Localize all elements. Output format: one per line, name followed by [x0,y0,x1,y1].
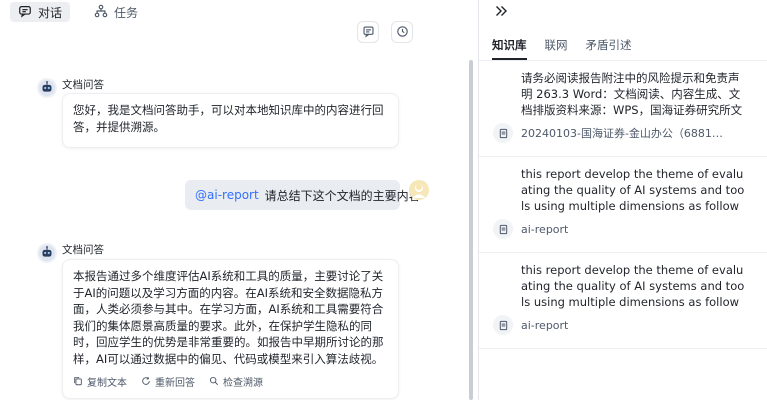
check-source-label: 检查溯源 [223,378,263,389]
copy-icon [73,376,83,393]
tab-chat-label: 对话 [38,5,63,20]
chat-scrollbar[interactable] [469,60,473,400]
chat-note-icon [362,23,375,42]
tab-chat[interactable]: 对话 [10,2,71,22]
bot-name: 文档问答 [62,244,104,256]
tab-web[interactable]: 联网 [545,37,568,55]
copy-text-button[interactable]: 复制文本 [73,376,127,393]
message-text: 本报告通过多个维度评估AI系统和工具的质量，主要讨论了关于AI的问题以及学习方面… [73,269,384,366]
history-button[interactable] [391,21,413,43]
bot-name: 文档问答 [62,79,104,91]
reference-source: 20240103-国海证券-金山办公（688111.S… [493,123,726,143]
trace-check-icon [209,376,219,393]
reference-source-label: ai-report [521,222,569,236]
tab-task-label: 任务 [114,5,139,20]
collapse-panel-button[interactable] [493,3,509,19]
reference-card[interactable]: 请务必阅读报告附注中的风险提示和免责声明 263.3 Word：文档阅读、内容生… [479,61,767,157]
top-tabs: 对话 任务 [10,2,146,22]
check-source-button[interactable]: 检查溯源 [209,376,263,393]
copy-text-label: 复制文本 [87,378,127,389]
reference-text: this report develop the theme of evaluat… [521,263,745,309]
reference-text: this report develop the theme of evaluat… [521,167,745,213]
regenerate-button[interactable]: 重新回答 [141,376,195,393]
robot-icon [38,79,56,97]
tab-knowledge-base[interactable]: 知识库 [492,37,527,60]
reference-source-label: ai-report [521,318,569,332]
message-text: 请总结下这个文档的主要内容 [264,188,421,203]
reference-card[interactable]: this report develop the theme of evaluat… [479,253,767,349]
reference-card[interactable]: this report develop the theme of evaluat… [479,157,767,253]
document-icon [493,315,513,335]
reference-tabs: 知识库 联网 矛盾引述 [492,37,632,60]
reference-source: ai-report [493,315,568,335]
user-avatar [409,180,429,200]
assistant-message: 您好，我是文档问答助手，可以对本地知识库中的内容进行回答，并提供溯源。 [62,93,399,148]
message-actions: 复制文本 重新回答 检查溯源 [73,376,388,393]
user-message: @ai-report 请总结下这个文档的主要内容 [185,180,421,210]
document-icon [493,123,513,143]
assistant-message: 本报告通过多个维度评估AI系统和工具的质量，主要讨论了关于AI的问题以及学习方面… [62,259,399,399]
reference-source-label: 20240103-国海证券-金山办公（688111.S… [521,127,726,140]
history-clock-icon [396,23,409,42]
reference-source: ai-report [493,219,568,239]
bot-avatar [37,243,57,263]
mention-tag[interactable]: @ai-report [195,188,259,202]
tab-task[interactable]: 任务 [92,2,146,22]
double-chevron-right-icon [496,6,507,16]
document-icon [493,219,513,239]
refresh-icon [141,376,151,393]
tab-conflicting-quotes[interactable]: 矛盾引述 [586,37,632,55]
task-tree-icon [94,4,108,21]
chat-pane: 对话 任务 文档问答 您好，我是文档问答助手，可以对本地知识库中的内容进行回答，… [0,0,478,400]
regenerate-label: 重新回答 [155,378,195,389]
reference-panel: 知识库 联网 矛盾引述 请务必阅读报告附注中的风险提示和免责声明 263.3 W… [478,0,767,400]
reference-text: 请务必阅读报告附注中的风险提示和免责声明 263.3 Word：文档阅读、内容生… [521,71,743,117]
chat-icon [18,4,32,21]
chat-note-button[interactable] [357,21,379,43]
message-text: 您好，我是文档问答助手，可以对本地知识库中的内容进行回答，并提供溯源。 [73,103,384,134]
bot-avatar [37,78,57,98]
robot-icon [38,244,56,262]
